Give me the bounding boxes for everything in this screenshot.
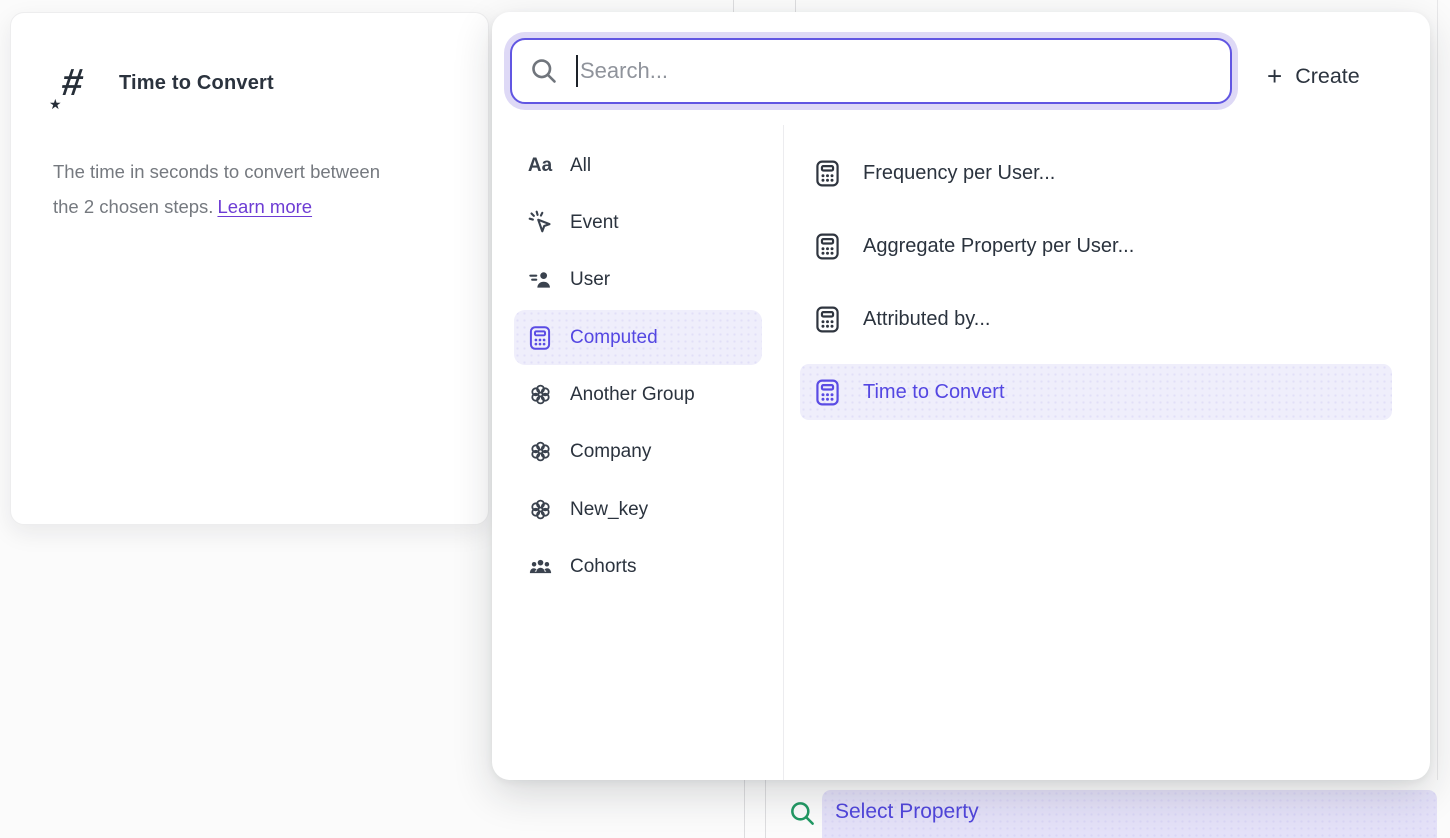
calculator-icon bbox=[812, 377, 843, 408]
background-panel-edge bbox=[733, 0, 734, 12]
text-aa-icon: Aa bbox=[526, 152, 554, 180]
category-label: Computed bbox=[570, 327, 658, 349]
create-button-label: Create bbox=[1295, 64, 1360, 89]
category-user[interactable]: User bbox=[514, 252, 762, 307]
create-button[interactable]: + Create bbox=[1267, 56, 1360, 96]
cohorts-icon bbox=[526, 553, 554, 581]
category-all[interactable]: Aa All bbox=[514, 138, 762, 193]
background-panel-edge bbox=[765, 780, 766, 838]
group-cluster-icon bbox=[526, 496, 554, 524]
calculator-icon bbox=[812, 231, 843, 262]
result-time-to-convert[interactable]: Time to Convert bbox=[800, 364, 1392, 420]
category-new-key[interactable]: New_key bbox=[514, 482, 762, 537]
category-event[interactable]: Event bbox=[514, 195, 762, 250]
calculator-icon bbox=[526, 324, 554, 352]
result-label: Time to Convert bbox=[863, 381, 1005, 404]
description-line-2: the 2 chosen steps.Learn more bbox=[53, 196, 312, 217]
category-label: Company bbox=[570, 441, 651, 463]
select-property-label: Select Property bbox=[835, 800, 979, 824]
hash-glyph: # bbox=[59, 59, 86, 107]
user-icon bbox=[526, 266, 554, 294]
category-label: New_key bbox=[570, 499, 648, 521]
search-icon bbox=[529, 56, 559, 86]
result-aggregate-property-per-user[interactable]: Aggregate Property per User... bbox=[800, 218, 1392, 274]
category-label: Event bbox=[570, 212, 619, 234]
category-label: User bbox=[570, 269, 610, 291]
category-label: Another Group bbox=[570, 384, 695, 406]
tooltip-title: Time to Convert bbox=[119, 72, 274, 95]
result-frequency-per-user[interactable]: Frequency per User... bbox=[800, 145, 1392, 201]
numeric-computed-property-icon: # ★ bbox=[55, 59, 101, 111]
calculator-icon bbox=[812, 158, 843, 189]
calculator-icon bbox=[812, 304, 843, 335]
background-panel-edge bbox=[795, 0, 796, 12]
column-divider bbox=[783, 125, 784, 780]
result-label: Attributed by... bbox=[863, 308, 990, 331]
group-cluster-icon bbox=[526, 381, 554, 409]
plus-icon: + bbox=[1267, 63, 1282, 89]
learn-more-link[interactable]: Learn more bbox=[217, 196, 312, 217]
category-cohorts[interactable]: Cohorts bbox=[514, 539, 762, 594]
category-company[interactable]: Company bbox=[514, 424, 762, 479]
background-panel-edge bbox=[1437, 0, 1438, 780]
result-label: Aggregate Property per User... bbox=[863, 235, 1134, 258]
star-glyph: ★ bbox=[49, 96, 62, 113]
background-panel-edge bbox=[744, 780, 745, 838]
property-picker-dropdown: + Create Aa All Event User Computed Anot… bbox=[492, 12, 1430, 780]
description-line-1: The time in seconds to convert between bbox=[53, 154, 458, 189]
category-label: Cohorts bbox=[570, 556, 637, 578]
group-cluster-icon bbox=[526, 438, 554, 466]
category-computed[interactable]: Computed bbox=[514, 310, 762, 365]
search-icon bbox=[788, 799, 817, 828]
search-input[interactable] bbox=[578, 40, 1230, 102]
tooltip-description: The time in seconds to convert between t… bbox=[53, 154, 458, 224]
result-attributed-by[interactable]: Attributed by... bbox=[800, 291, 1392, 347]
property-tooltip-card: # ★ Time to Convert The time in seconds … bbox=[10, 12, 489, 525]
screen: Select Property # ★ Time to Convert The … bbox=[0, 0, 1450, 838]
click-event-icon bbox=[526, 209, 554, 237]
category-label: All bbox=[570, 155, 591, 177]
search-input-wrap bbox=[510, 38, 1232, 104]
category-another-group[interactable]: Another Group bbox=[514, 367, 762, 422]
result-label: Frequency per User... bbox=[863, 162, 1055, 185]
select-property-field[interactable]: Select Property bbox=[822, 790, 1437, 838]
